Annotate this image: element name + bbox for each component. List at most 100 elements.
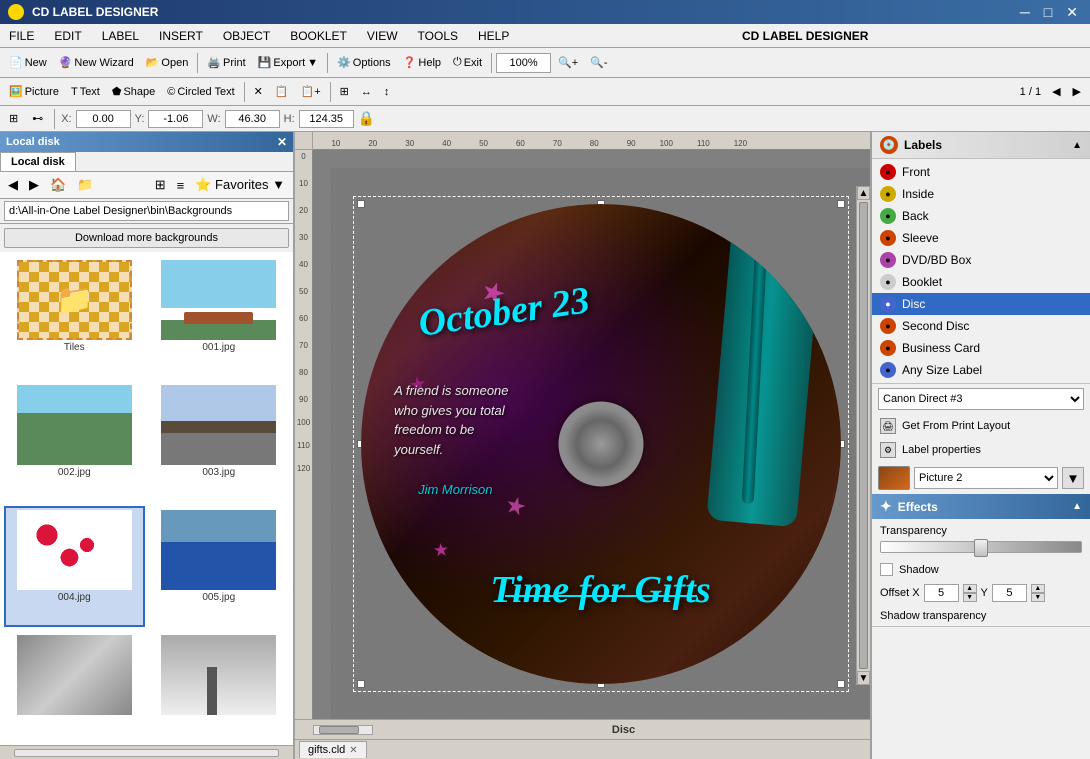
list-view-button[interactable]: ≡ bbox=[173, 176, 189, 195]
slider-thumb[interactable] bbox=[974, 539, 988, 557]
copy-button[interactable]: 📋 bbox=[270, 82, 294, 101]
picture-dropdown-button[interactable]: ▼ bbox=[1062, 467, 1084, 489]
open-icon: 📂 bbox=[146, 56, 160, 69]
panel-close-button[interactable]: ✕ bbox=[277, 135, 287, 149]
text-tool-button[interactable]: T Text bbox=[66, 83, 105, 101]
label-item-back[interactable]: ● Back bbox=[872, 205, 1090, 227]
favorites-button[interactable]: ⭐ Favorites ▼ bbox=[191, 175, 289, 195]
view-toggle-button[interactable]: ⊞ bbox=[151, 175, 170, 195]
nav-forward-button[interactable]: ▶ bbox=[25, 175, 43, 195]
menu-booklet[interactable]: BOOKLET bbox=[286, 27, 351, 45]
label-properties-button[interactable]: ⚙ Label properties bbox=[872, 438, 1090, 462]
shadow-checkbox[interactable] bbox=[880, 563, 893, 576]
nav-back-button[interactable]: ◀ bbox=[4, 175, 22, 195]
tab-local-disk[interactable]: Local disk bbox=[0, 152, 76, 171]
label-item-dvdbox[interactable]: ● DVD/BD Box bbox=[872, 249, 1090, 271]
menu-view[interactable]: VIEW bbox=[363, 27, 402, 45]
new-button[interactable]: 📄 New bbox=[4, 53, 52, 72]
label-item-business-card[interactable]: ● Business Card bbox=[872, 337, 1090, 359]
list-item[interactable] bbox=[149, 631, 290, 741]
export-button[interactable]: 💾 Export ▼ bbox=[253, 53, 323, 72]
scroll-down-button[interactable]: ▼ bbox=[857, 671, 870, 685]
scroll-up-button[interactable]: ▲ bbox=[857, 186, 870, 200]
next-page-button[interactable]: ▶ bbox=[1068, 82, 1086, 101]
labels-section-header[interactable]: 💿 Labels ▲ bbox=[872, 132, 1090, 159]
nav-up-button[interactable]: 🏠 bbox=[46, 175, 70, 195]
offset-y-input[interactable] bbox=[992, 584, 1027, 602]
menu-edit[interactable]: EDIT bbox=[50, 27, 85, 45]
canvas-area[interactable]: ★ ★ ★ ★ October 23 A friend is someonewh… bbox=[331, 168, 870, 719]
labels-collapse-button[interactable]: ▲ bbox=[1072, 140, 1082, 151]
file-tab-close-button[interactable]: ✕ bbox=[349, 745, 357, 756]
file-tab[interactable]: gifts.cld ✕ bbox=[299, 741, 367, 758]
x-input[interactable] bbox=[76, 110, 131, 128]
flip-v-button[interactable]: ↕ bbox=[379, 83, 395, 101]
list-item[interactable]: 001.jpg bbox=[149, 256, 290, 377]
label-item-front[interactable]: ● Front bbox=[872, 161, 1090, 183]
grid-button[interactable]: ⊞ bbox=[4, 109, 23, 128]
menu-file[interactable]: FILE bbox=[5, 27, 38, 45]
offset-x-down-button[interactable]: ▼ bbox=[963, 593, 977, 602]
h-input[interactable] bbox=[299, 110, 354, 128]
list-item[interactable]: 005.jpg bbox=[149, 506, 290, 627]
align-button[interactable]: ⊞ bbox=[335, 82, 354, 101]
open-button[interactable]: 📂 Open bbox=[141, 53, 194, 72]
menu-insert[interactable]: INSERT bbox=[155, 27, 207, 45]
y-input[interactable] bbox=[148, 110, 203, 128]
nav-home-button[interactable]: 📁 bbox=[73, 175, 97, 195]
canvas-scrollbar-v[interactable]: ▲ ▼ bbox=[856, 186, 870, 685]
get-from-print-button[interactable]: 🖨 Get From Print Layout bbox=[872, 414, 1090, 438]
label-item-second-disc[interactable]: ● Second Disc bbox=[872, 315, 1090, 337]
left-panel-scrollbar[interactable] bbox=[0, 745, 293, 759]
menu-tools[interactable]: TOOLS bbox=[414, 27, 462, 45]
circled-text-tool-button[interactable]: © Circled Text bbox=[162, 83, 239, 101]
h-scrollbar-thumb[interactable] bbox=[313, 725, 373, 735]
maximize-button[interactable]: □ bbox=[1040, 4, 1056, 21]
effects-section-header[interactable]: ✦ Effects ▲ bbox=[872, 494, 1090, 519]
shape-tool-button[interactable]: ⬟ Shape bbox=[107, 82, 160, 101]
zoom-input[interactable] bbox=[496, 53, 551, 73]
label-item-inside[interactable]: ● Inside bbox=[872, 183, 1090, 205]
menu-label[interactable]: LABEL bbox=[98, 27, 143, 45]
zoom-in-button[interactable]: 🔍+ bbox=[553, 53, 583, 72]
list-item[interactable]: 002.jpg bbox=[4, 381, 145, 502]
label-item-any-size[interactable]: ● Any Size Label bbox=[872, 359, 1090, 381]
transparency-slider[interactable] bbox=[880, 541, 1082, 553]
flip-h-button[interactable]: ↔ bbox=[356, 83, 377, 101]
separator-t3 bbox=[330, 82, 331, 102]
list-item[interactable]: 004.jpg bbox=[4, 506, 145, 627]
offset-x-input[interactable] bbox=[924, 584, 959, 602]
paste-button[interactable]: 📋+ bbox=[296, 82, 326, 101]
offset-x-up-button[interactable]: ▲ bbox=[963, 584, 977, 593]
list-item[interactable] bbox=[4, 631, 145, 741]
exit-button[interactable]: ⏻ Exit bbox=[448, 53, 487, 72]
printer-select[interactable]: Canon Direct #3 bbox=[878, 388, 1084, 410]
menu-help[interactable]: HELP bbox=[474, 27, 513, 45]
menu-object[interactable]: OBJECT bbox=[219, 27, 274, 45]
print-button[interactable]: 🖨️ Print bbox=[202, 53, 250, 72]
label-item-disc[interactable]: ● Disc bbox=[872, 293, 1090, 315]
close-button[interactable]: ✕ bbox=[1062, 4, 1082, 21]
label-item-sleeve[interactable]: ● Sleeve bbox=[872, 227, 1090, 249]
offset-y-up-button[interactable]: ▲ bbox=[1031, 584, 1045, 593]
options-button[interactable]: ⚙️ Options bbox=[332, 53, 396, 72]
list-item[interactable]: 003.jpg bbox=[149, 381, 290, 502]
snap-button[interactable]: ⊷ bbox=[27, 109, 48, 128]
help-button[interactable]: ❓ Help bbox=[398, 53, 446, 72]
effects-collapse-button[interactable]: ▲ bbox=[1072, 501, 1082, 512]
prev-page-button[interactable]: ◀ bbox=[1047, 82, 1065, 101]
wizard-button[interactable]: 🔮 New Wizard bbox=[54, 53, 139, 72]
offset-y-down-button[interactable]: ▼ bbox=[1031, 593, 1045, 602]
label-item-booklet[interactable]: ● Booklet bbox=[872, 271, 1090, 293]
w-input[interactable] bbox=[225, 110, 280, 128]
picture-select[interactable]: Picture 2 bbox=[914, 467, 1058, 489]
zoom-out-button[interactable]: 🔍- bbox=[585, 53, 612, 72]
picture-tool-button[interactable]: 🖼️ Picture bbox=[4, 82, 64, 101]
download-backgrounds-button[interactable]: Download more backgrounds bbox=[4, 228, 289, 248]
scroll-thumb-v[interactable] bbox=[859, 202, 868, 669]
list-item[interactable]: 📁 Tiles bbox=[4, 256, 145, 377]
delete-button[interactable]: ✕ bbox=[249, 82, 268, 101]
minimize-button[interactable]: ─ bbox=[1016, 4, 1034, 21]
path-input[interactable] bbox=[4, 201, 289, 221]
scroll-thumb-h[interactable] bbox=[319, 726, 359, 734]
